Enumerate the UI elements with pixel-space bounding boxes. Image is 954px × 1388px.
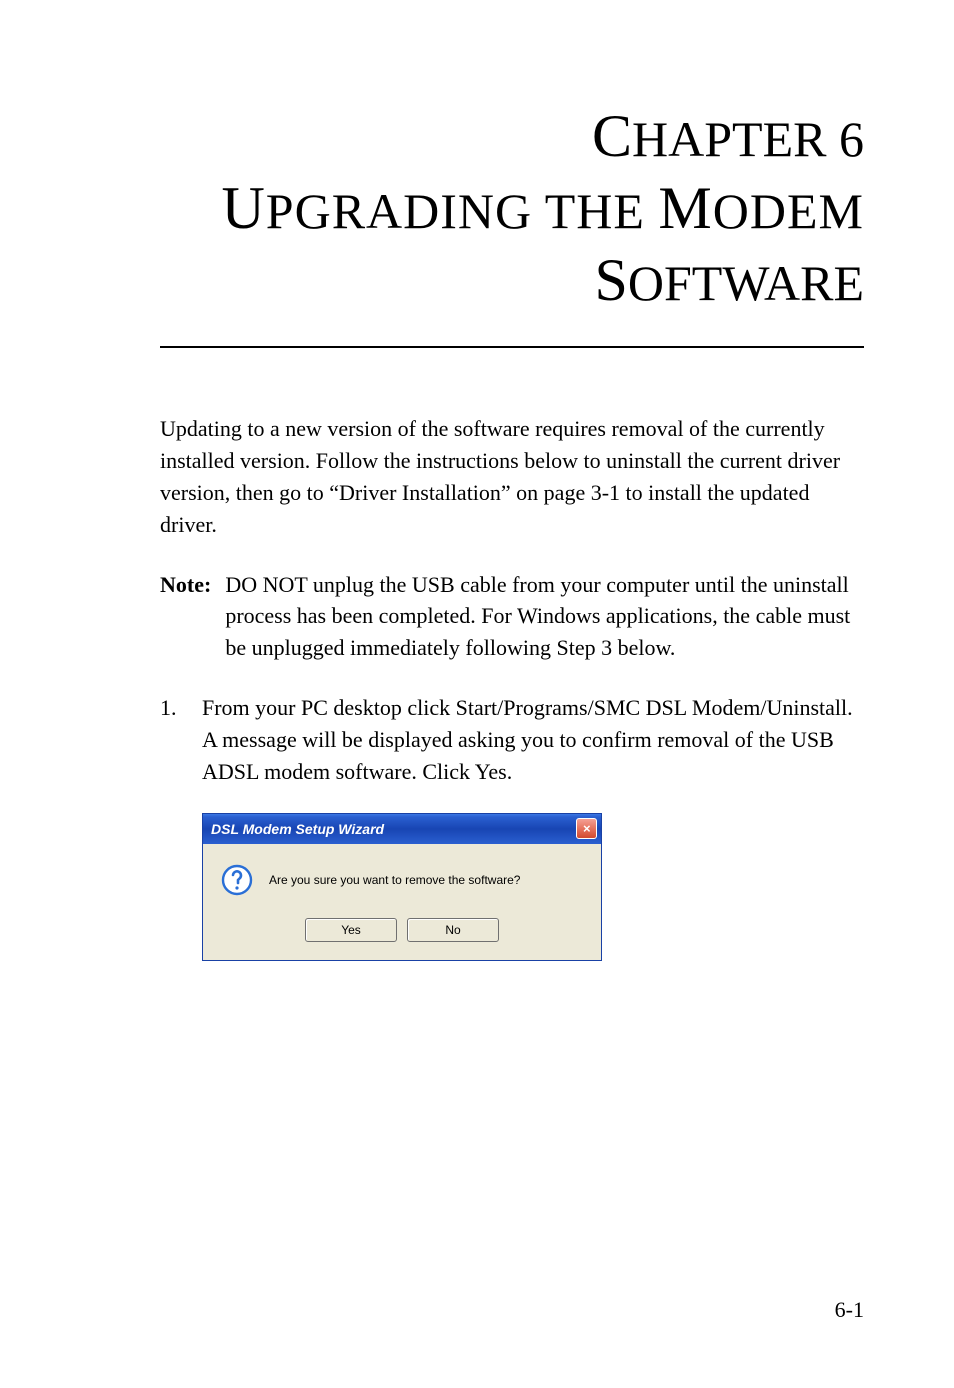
note-text: DO NOT unplug the USB cable from your co… [225, 569, 864, 665]
dialog-window: DSL Modem Setup Wizard × Are you sure yo… [202, 813, 602, 961]
yes-button[interactable]: Yes [305, 918, 397, 942]
question-icon [221, 864, 253, 896]
dialog-body: Are you sure you want to remove the soft… [203, 844, 601, 960]
close-icon: × [583, 822, 591, 835]
chapter-num: 6 [827, 111, 865, 167]
title-rule [160, 346, 864, 348]
chapter-s-cap: S [595, 247, 628, 313]
chapter-m-rest: ODEM [713, 183, 864, 239]
dialog-container: DSL Modem Setup Wizard × Are you sure yo… [202, 813, 864, 961]
note-label: Note: [160, 569, 225, 665]
step-1-number: 1. [160, 692, 202, 788]
dialog-buttons: Yes No [221, 918, 583, 942]
close-button[interactable]: × [576, 818, 597, 839]
intro-paragraph: Updating to a new version of the softwar… [160, 413, 864, 541]
chapter-line-3: SOFTWARE [160, 244, 864, 316]
dialog-message: Are you sure you want to remove the soft… [269, 873, 520, 887]
dialog-titlebar: DSL Modem Setup Wizard × [203, 814, 601, 844]
step-1-text: From your PC desktop click Start/Program… [202, 692, 864, 788]
page-container: CHAPTER 6 UPGRADING THE MODEM SOFTWARE U… [0, 0, 954, 1021]
chapter-title: CHAPTER 6 UPGRADING THE MODEM SOFTWARE [160, 100, 864, 316]
no-button[interactable]: No [407, 918, 499, 942]
chapter-c-cap: C [592, 103, 632, 169]
dialog-title: DSL Modem Setup Wizard [211, 821, 384, 837]
step-1: 1. From your PC desktop click Start/Prog… [160, 692, 864, 788]
chapter-u-cap: U [221, 175, 265, 241]
dialog-content-row: Are you sure you want to remove the soft… [221, 864, 583, 896]
chapter-line-2: UPGRADING THE MODEM [160, 172, 864, 244]
note-block: Note: DO NOT unplug the USB cable from y… [160, 569, 864, 665]
chapter-m-cap: M [658, 175, 712, 241]
chapter-line-1: CHAPTER 6 [160, 100, 864, 172]
chapter-s-rest: OFTWARE [628, 255, 864, 311]
page-number: 6-1 [835, 1297, 864, 1323]
chapter-c-rest: HAPTER [632, 111, 826, 167]
chapter-u-rest: PGRADING THE [266, 183, 659, 239]
